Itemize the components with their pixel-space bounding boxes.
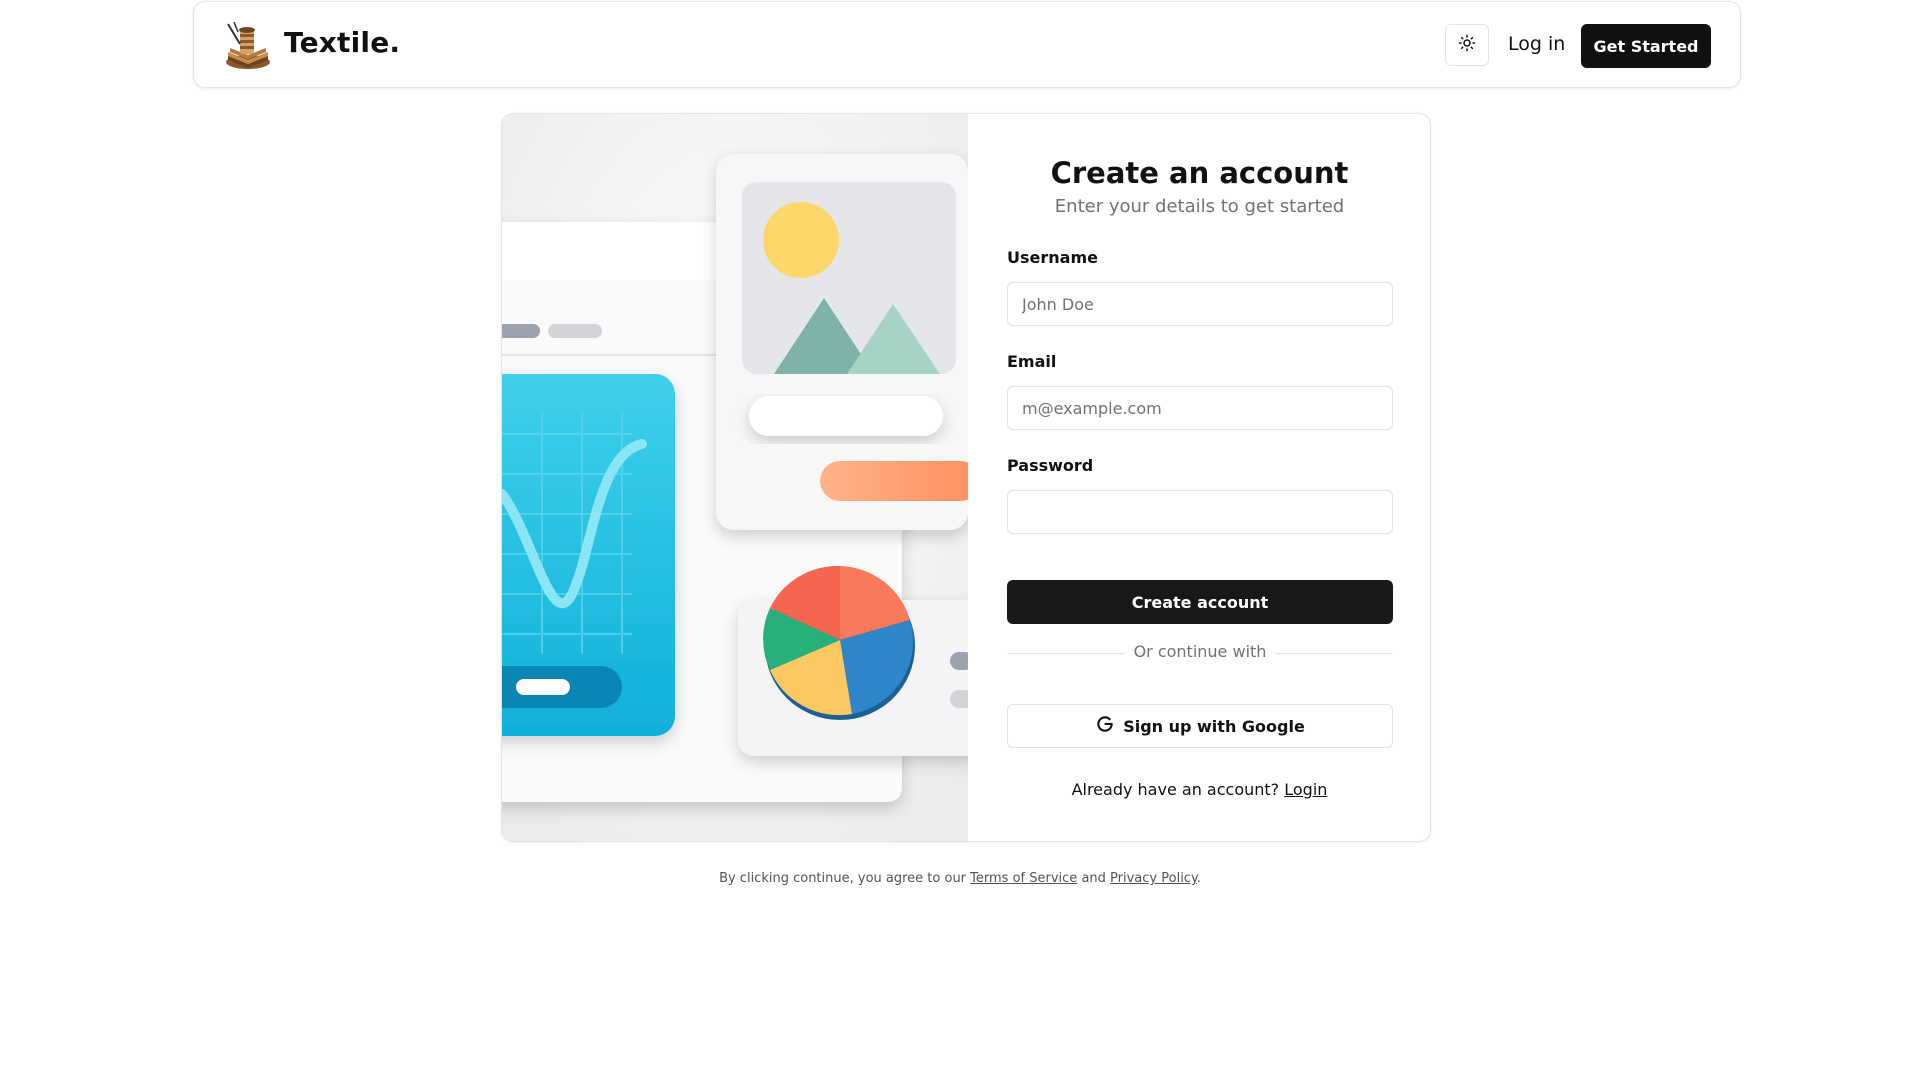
footer-and: and: [1081, 871, 1106, 886]
signup-card: Create an account Enter your details to …: [501, 113, 1431, 842]
legal-footer: By clicking continue, you agree to our T…: [0, 871, 1920, 886]
header-login-link[interactable]: Log in: [1508, 33, 1565, 55]
password-label: Password: [1007, 456, 1094, 475]
username-label: Username: [1007, 248, 1098, 267]
username-input[interactable]: [1007, 282, 1393, 326]
brand-name[interactable]: Textile.: [284, 26, 400, 59]
email-input[interactable]: [1007, 386, 1393, 430]
google-g-icon: [1095, 714, 1115, 738]
google-button-label: Sign up with Google: [1123, 716, 1305, 736]
terms-link[interactable]: Terms of Service: [970, 871, 1077, 886]
privacy-link[interactable]: Privacy Policy: [1110, 871, 1197, 886]
or-divider: Or continue with: [1007, 642, 1393, 664]
signup-form: Create an account Enter your details to …: [969, 114, 1430, 841]
divider-text: Or continue with: [1133, 642, 1267, 661]
have-account-text: Already have an account?: [1071, 780, 1280, 799]
get-started-button[interactable]: Get Started: [1581, 24, 1711, 68]
dashboard-illustration: [502, 114, 988, 841]
password-input[interactable]: [1007, 490, 1393, 534]
illustration-panel: [502, 114, 988, 841]
login-link[interactable]: Login: [1284, 780, 1327, 799]
footer-suffix: .: [1196, 871, 1201, 886]
thread-spool-logo-icon[interactable]: [222, 21, 274, 70]
footer-prefix: By clicking continue, you agree to our: [719, 871, 967, 886]
form-title: Create an account: [1050, 156, 1349, 190]
create-account-button[interactable]: Create account: [1007, 580, 1393, 624]
google-signup-button[interactable]: Sign up with Google: [1007, 704, 1393, 748]
sun-icon: [1458, 34, 1476, 56]
theme-toggle-button[interactable]: [1445, 24, 1489, 66]
top-navbar: Textile. Log in Get Started: [193, 1, 1741, 88]
login-prompt: Already have an account? Login: [969, 780, 1430, 799]
divider-line-right: [1275, 653, 1393, 654]
form-subtitle: Enter your details to get started: [1054, 196, 1345, 217]
email-label: Email: [1007, 352, 1057, 371]
